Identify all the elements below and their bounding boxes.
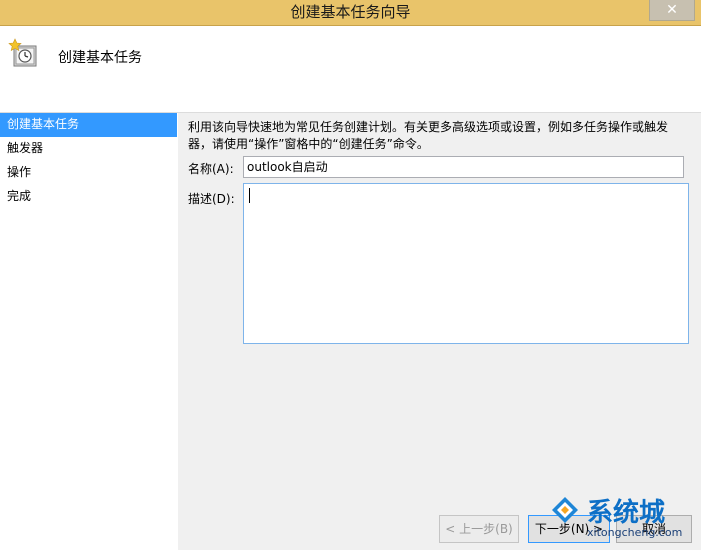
watermark: 系统城 xitongcheng.com — [547, 492, 697, 544]
header-title: 创建基本任务 — [58, 50, 142, 66]
description-label: 描述(D): — [188, 192, 235, 206]
name-label: 名称(A): — [188, 162, 234, 176]
wizard-header: 创建基本任务 — [0, 26, 701, 113]
step-finish[interactable]: 完成 — [0, 185, 178, 209]
back-button[interactable]: < 上一步(B) — [439, 515, 519, 543]
watermark-url: xitongcheng.com — [587, 526, 683, 539]
step-create-basic-task[interactable]: 创建基本任务 — [0, 113, 177, 137]
title-bar[interactable]: 创建基本任务向导 ✕ — [0, 0, 701, 26]
wizard-window: 创建基本任务向导 ✕ 创建基本任务 创建基本任务 触发器 操作 完成 利用该向导… — [0, 0, 701, 550]
window-title: 创建基本任务向导 — [290, 3, 411, 21]
description-line-1: 利用该向导快速地为常见任务创建计划。有关更多高级选项或设置，例如多任务操作或触发 — [188, 120, 669, 134]
name-input[interactable]: outlook自启动 — [243, 156, 684, 178]
step-trigger[interactable]: 触发器 — [0, 137, 178, 161]
close-button[interactable]: ✕ — [649, 0, 695, 21]
wizard-steps-sidebar: 创建基本任务 触发器 操作 完成 — [0, 113, 178, 550]
step-action[interactable]: 操作 — [0, 161, 178, 185]
close-icon: ✕ — [666, 2, 678, 18]
name-input-value: outlook自启动 — [247, 160, 328, 174]
wizard-description: 利用该向导快速地为常见任务创建计划。有关更多高级选项或设置，例如多任务操作或触发… — [188, 119, 688, 153]
description-textarea[interactable] — [243, 183, 689, 344]
description-line-2: 器，请使用“操作”窗格中的“创建任务”命令。 — [188, 137, 429, 151]
watermark-text: 系统城 — [587, 498, 666, 528]
wizard-content: 利用该向导快速地为常见任务创建计划。有关更多高级选项或设置，例如多任务操作或触发… — [178, 113, 701, 550]
text-caret — [249, 188, 250, 203]
watermark-logo-icon — [552, 497, 578, 523]
task-clock-icon — [8, 38, 37, 67]
